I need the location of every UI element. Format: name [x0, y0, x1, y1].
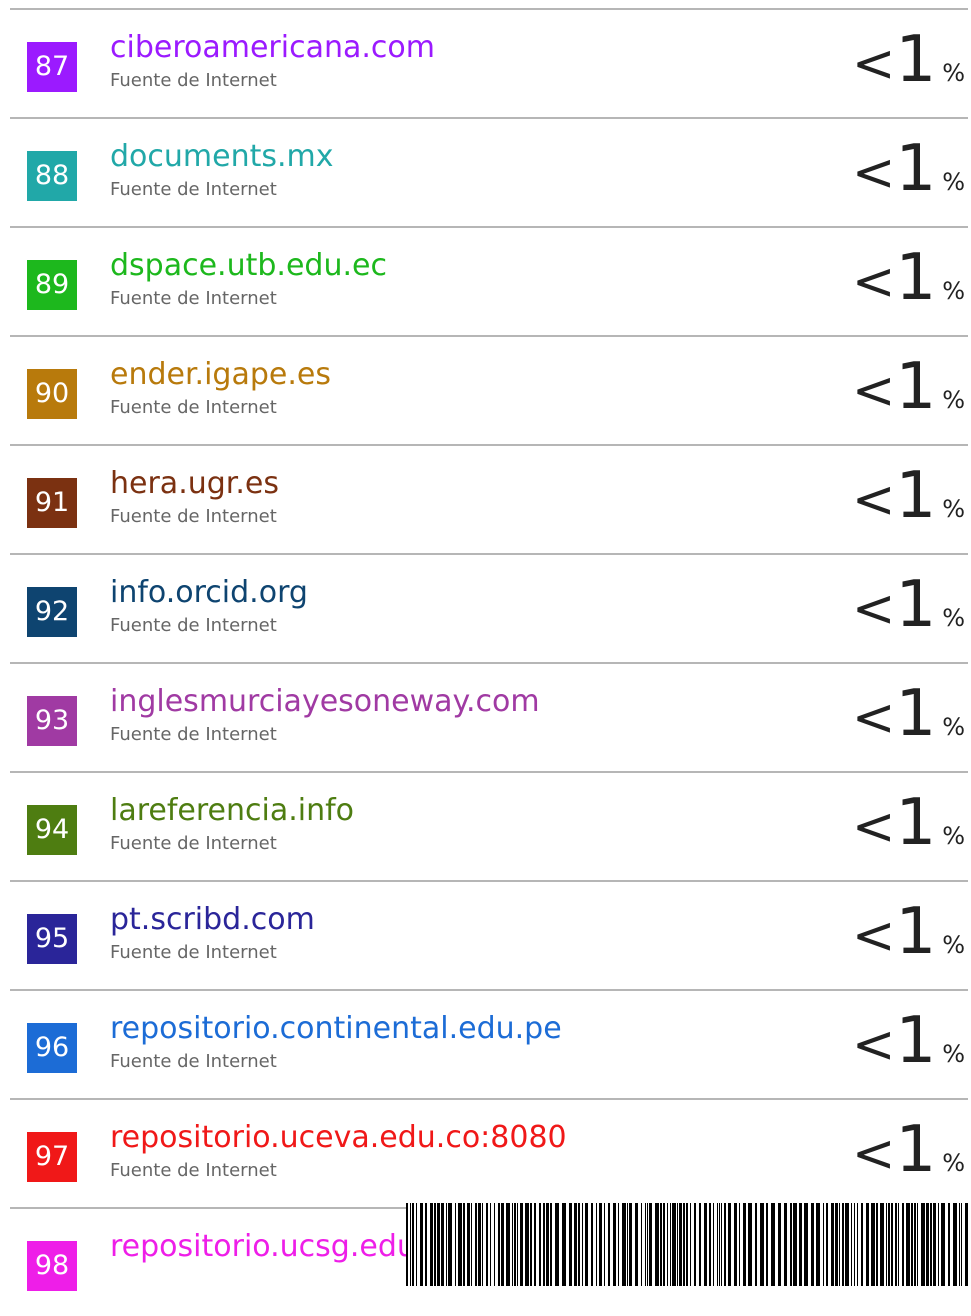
source-type-label: Fuente de Internet [110, 506, 277, 527]
source-number-badge: 91 [27, 478, 77, 528]
match-percentage: <1% [851, 28, 965, 94]
source-row: 90 ender.igape.es Fuente de Internet <1% [0, 335, 971, 444]
source-link[interactable]: lareferencia.info [110, 792, 354, 830]
match-value: 1 [895, 677, 937, 751]
source-link[interactable]: pt.scribd.com [110, 901, 315, 939]
source-number-badge: 96 [27, 1023, 77, 1073]
match-less-than-sign: < [851, 252, 896, 312]
match-percent-sign: % [942, 713, 965, 741]
source-row: 89 dspace.utb.edu.ec Fuente de Internet <1% [0, 226, 971, 335]
match-percentage: <1% [851, 900, 965, 966]
match-less-than-sign: < [851, 579, 896, 639]
source-type-label: Fuente de Internet [110, 179, 277, 200]
source-link[interactable]: repositorio.uceva.edu.co:8080 [110, 1119, 567, 1157]
match-percentage: <1% [851, 1009, 965, 1075]
source-link[interactable]: info.orcid.org [110, 574, 308, 612]
match-percent-sign: % [942, 59, 965, 87]
source-type-label: Fuente de Internet [110, 724, 277, 745]
source-number-badge: 88 [27, 151, 77, 201]
match-value: 1 [895, 23, 937, 97]
match-percent-sign: % [942, 822, 965, 850]
match-percentage: <1% [851, 682, 965, 748]
match-percent-sign: % [942, 168, 965, 196]
source-link[interactable]: documents.mx [110, 138, 334, 176]
source-row: 87 ciberoamericana.com Fuente de Internet <… [0, 8, 971, 117]
source-link[interactable]: ciberoamericana.com [110, 29, 435, 67]
match-less-than-sign: < [851, 361, 896, 421]
source-row: 95 pt.scribd.com Fuente de Internet <1% [0, 880, 971, 989]
match-value: 1 [895, 895, 937, 969]
match-less-than-sign: < [851, 34, 896, 94]
source-type-label: Fuente de Internet [110, 288, 277, 309]
match-less-than-sign: < [851, 688, 896, 748]
match-percentage: <1% [851, 355, 965, 421]
source-link[interactable]: dspace.utb.edu.ec [110, 247, 387, 285]
match-value: 1 [895, 459, 937, 533]
source-number-badge: 89 [27, 260, 77, 310]
match-value: 1 [895, 786, 937, 860]
source-number-badge: 92 [27, 587, 77, 637]
source-link[interactable]: hera.ugr.es [110, 465, 279, 503]
match-percentage: <1% [851, 464, 965, 530]
source-type-label: Fuente de Internet [110, 70, 277, 91]
match-percent-sign: % [942, 495, 965, 523]
match-percent-sign: % [942, 1149, 965, 1177]
source-row: 92 info.orcid.org Fuente de Internet <1% [0, 553, 971, 662]
source-number-badge: 93 [27, 696, 77, 746]
match-value: 1 [895, 350, 937, 424]
match-percentage: <1% [851, 1118, 965, 1184]
match-percentage: <1% [851, 573, 965, 639]
match-value: 1 [895, 1004, 937, 1078]
source-row: 97 repositorio.uceva.edu.co:8080 Fuente de… [0, 1098, 971, 1207]
match-percentage: <1% [851, 791, 965, 857]
source-row: 94 lareferencia.info Fuente de Internet <1% [0, 771, 971, 880]
source-type-label: Fuente de Internet [110, 615, 277, 636]
source-type-label: Fuente de Internet [110, 1160, 277, 1181]
match-percent-sign: % [942, 277, 965, 305]
match-less-than-sign: < [851, 1015, 896, 1075]
source-number-badge: 90 [27, 369, 77, 419]
source-number-badge: 87 [27, 42, 77, 92]
source-row: 96 repositorio.continental.edu.pe Fuente d… [0, 989, 971, 1098]
match-less-than-sign: < [851, 143, 896, 203]
source-type-label: Fuente de Internet [110, 942, 277, 963]
match-percent-sign: % [942, 1040, 965, 1068]
match-percent-sign: % [942, 931, 965, 959]
match-less-than-sign: < [851, 797, 896, 857]
source-type-label: Fuente de Internet [110, 833, 277, 854]
source-link[interactable]: repositorio.continental.edu.pe [110, 1010, 562, 1048]
match-value: 1 [895, 1113, 937, 1187]
source-row: 91 hera.ugr.es Fuente de Internet <1% [0, 444, 971, 553]
match-percent-sign: % [942, 604, 965, 632]
source-link[interactable]: inglesmurciayesoneway.com [110, 683, 540, 721]
source-link[interactable]: ender.igape.es [110, 356, 331, 394]
match-percentage: <1% [851, 246, 965, 312]
match-value: 1 [895, 568, 937, 642]
source-row: 88 documents.mx Fuente de Internet <1% [0, 117, 971, 226]
match-less-than-sign: < [851, 1124, 896, 1184]
match-percent-sign: % [942, 386, 965, 414]
source-number-badge: 94 [27, 805, 77, 855]
source-row: 93 inglesmurciayesoneway.com Fuente de Int… [0, 662, 971, 771]
match-less-than-sign: < [851, 906, 896, 966]
match-less-than-sign: < [851, 470, 896, 530]
source-type-label: Fuente de Internet [110, 397, 277, 418]
barcode-image [406, 1203, 968, 1286]
match-value: 1 [895, 132, 937, 206]
source-number-badge: 97 [27, 1132, 77, 1182]
source-type-label: Fuente de Internet [110, 1051, 277, 1072]
match-value: 1 [895, 241, 937, 315]
source-number-badge: 98 [27, 1241, 77, 1291]
match-percentage: <1% [851, 137, 965, 203]
source-number-badge: 95 [27, 914, 77, 964]
